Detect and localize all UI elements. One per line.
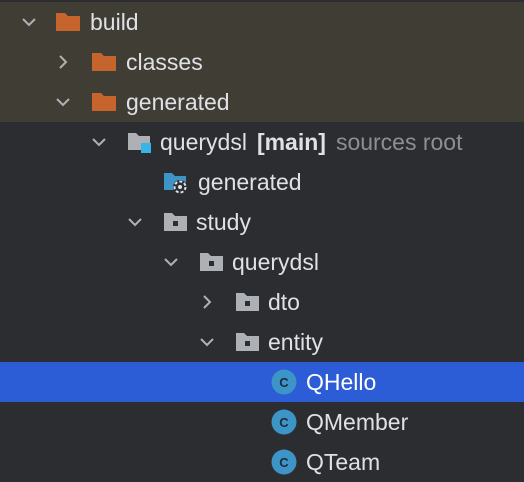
project-tree: build classes generated querydsl [main] … (0, 0, 524, 482)
sources-root-hint: sources root (335, 128, 463, 155)
class-icon-letter: C (279, 455, 289, 470)
tree-item-label: QHello (306, 368, 377, 395)
tree-item-study[interactable]: study (0, 202, 524, 242)
tree-item-qmember[interactable]: C QMember (0, 402, 524, 442)
chevron-down-icon[interactable] (124, 211, 146, 233)
chevron-down-icon[interactable] (18, 11, 40, 33)
module-folder-icon (126, 130, 154, 154)
package-folder-icon (234, 330, 262, 354)
tree-item-label: generated (126, 88, 230, 115)
package-folder-icon (234, 290, 262, 314)
class-icon-letter: C (279, 375, 289, 390)
tree-item-label: entity (268, 328, 323, 355)
tree-item-generated-sources[interactable]: generated (0, 162, 524, 202)
tree-item-dto[interactable]: dto (0, 282, 524, 322)
chevron-down-icon[interactable] (196, 331, 218, 353)
generated-sources-folder-icon (162, 170, 190, 194)
tree-item-label: querydsl (160, 128, 247, 155)
tree-item-label: QTeam (306, 448, 381, 475)
tree-item-generated[interactable]: generated (0, 82, 524, 122)
module-badge: [main] (256, 128, 326, 155)
tree-item-querydsl-module[interactable]: querydsl [main] sources root (0, 122, 524, 162)
tree-item-querydsl-package[interactable]: querydsl (0, 242, 524, 282)
folder-icon (54, 10, 82, 34)
tree-item-label: study (196, 208, 251, 235)
tree-item-label: build (90, 8, 139, 35)
tree-item-label: querydsl (232, 248, 319, 275)
class-icon-letter: C (279, 415, 289, 430)
folder-icon (90, 90, 118, 114)
tree-item-qhello[interactable]: C QHello (0, 362, 524, 402)
tree-item-qteam[interactable]: C QTeam (0, 442, 524, 482)
tree-item-label: generated (198, 168, 302, 195)
tree-item-entity[interactable]: entity (0, 322, 524, 362)
chevron-down-icon[interactable] (160, 251, 182, 273)
chevron-right-icon[interactable] (52, 51, 74, 73)
tree-item-classes[interactable]: classes (0, 42, 524, 82)
chevron-right-icon[interactable] (196, 291, 218, 313)
class-icon: C (270, 408, 298, 436)
tree-item-build[interactable]: build (0, 2, 524, 42)
tree-item-label: dto (268, 288, 300, 315)
package-folder-icon (162, 210, 190, 234)
folder-icon (90, 50, 118, 74)
chevron-down-icon[interactable] (52, 91, 74, 113)
tree-item-label: classes (126, 48, 203, 75)
tree-item-label: QMember (306, 408, 409, 435)
class-icon: C (270, 368, 298, 396)
class-icon: C (270, 448, 298, 476)
chevron-down-icon[interactable] (88, 131, 110, 153)
package-folder-icon (198, 250, 226, 274)
